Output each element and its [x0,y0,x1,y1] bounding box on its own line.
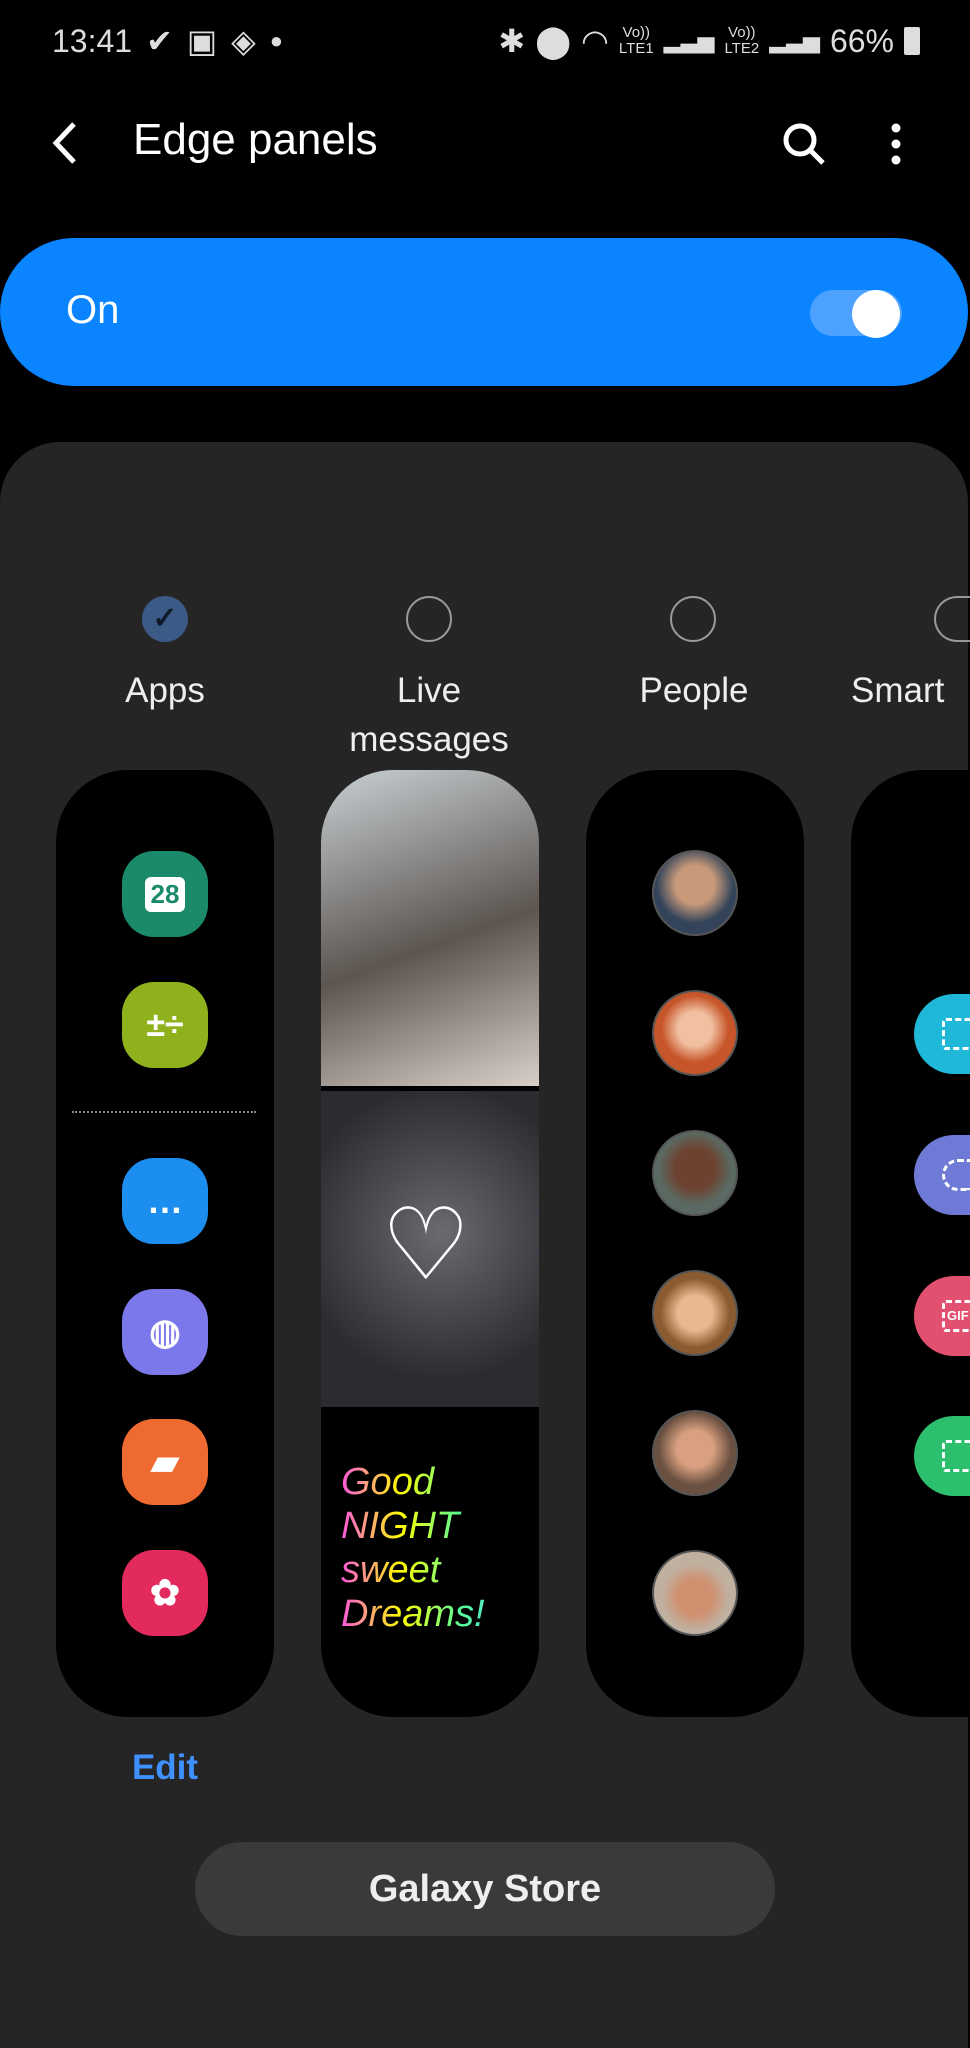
signal-icon: ▂▃▅ [769,28,820,53]
search-button[interactable] [780,120,828,173]
apps-label: Apps [125,671,205,710]
status-bar-left: 13:41 ✔ ▣ ◈ ● [52,22,283,60]
gallery-icon: ▣ [186,23,218,59]
back-button[interactable] [48,118,82,179]
pin-to-screen-icon [914,1416,970,1496]
battery-icon [904,27,920,55]
live-messages-checkbox[interactable] [406,596,452,642]
contact-avatar [652,1410,738,1496]
sleeping-pug-image [321,770,539,1086]
sim2-indicator: Vo)) LTE2 [724,25,759,57]
contact-avatar [652,1550,738,1636]
apps-checkbox[interactable]: ✓ [142,596,188,642]
master-switch-bar[interactable]: On [0,238,968,386]
people-panel-preview[interactable] [586,770,804,1717]
heart-icon: ♡ [381,1189,471,1301]
contact-avatar [652,1270,738,1356]
oval-select-icon [914,1135,970,1215]
battery-text: 66% [829,22,894,59]
search-icon [783,123,825,165]
calculator-icon: ±÷ [122,982,208,1068]
dot-icon: ● [269,28,284,53]
download-done-icon: ✔ [146,23,173,59]
heart-image: ♡ [321,1091,539,1407]
contact-avatar [652,850,738,936]
clock: 13:41 [52,22,133,59]
sim2-label: LTE2 [724,40,760,57]
master-switch-label: On [66,288,120,332]
messages-icon: … [122,1158,208,1244]
internet-icon: ◍ [122,1289,208,1375]
blossom-app-icon: ✿ [122,1550,208,1636]
sim1-label: LTE1 [618,40,654,57]
master-toggle[interactable] [810,290,902,338]
smart-label: Smart [851,671,945,710]
contact-avatar [652,990,738,1076]
bluetooth-icon: ✱ [498,23,526,59]
galaxy-store-button[interactable]: Galaxy Store [195,1842,775,1936]
divider [72,1111,256,1113]
wifi-icon: ◠ [581,23,609,59]
more-options-button[interactable] [886,122,906,171]
signal-icon: ▂▃▅ [663,28,715,53]
smart-select-panel-preview[interactable]: GIF [851,770,970,1717]
sim1-indicator: Vo)) LTE1 [619,25,654,57]
location-icon: ⬤ [535,23,571,59]
calendar-icon: 28 [122,851,208,937]
volte-label: Vo)) [622,24,651,41]
people-label: People [639,671,749,710]
notes-icon: ▰ [122,1419,208,1505]
people-checkbox[interactable] [670,596,716,642]
more-vert-icon [891,123,901,165]
back-arrow-icon [52,122,76,164]
status-bar-right: ✱ ⬤ ◠ Vo)) LTE1 ▂▃▅ Vo)) LTE2 ▂▃▅ 66% [498,22,920,60]
page-title: Edge panels [133,115,378,164]
apps-panel-preview[interactable]: 28 ±÷ … ◍ ▰ ✿ [56,770,274,1717]
rectangle-select-icon [914,994,970,1074]
volte-label: Vo)) [728,24,756,41]
animation-gif-icon: GIF [914,1276,970,1356]
good-night-text: Good NIGHT sweet Dreams! [341,1460,521,1636]
live-messages-panel-preview[interactable]: ♡ Good NIGHT sweet Dreams! [321,770,539,1717]
edit-apps-link[interactable]: Edit [95,1748,235,1788]
app-notification-icon: ◈ [231,23,256,59]
live-messages-label: Live messages [349,671,509,759]
contact-avatar [652,1130,738,1216]
